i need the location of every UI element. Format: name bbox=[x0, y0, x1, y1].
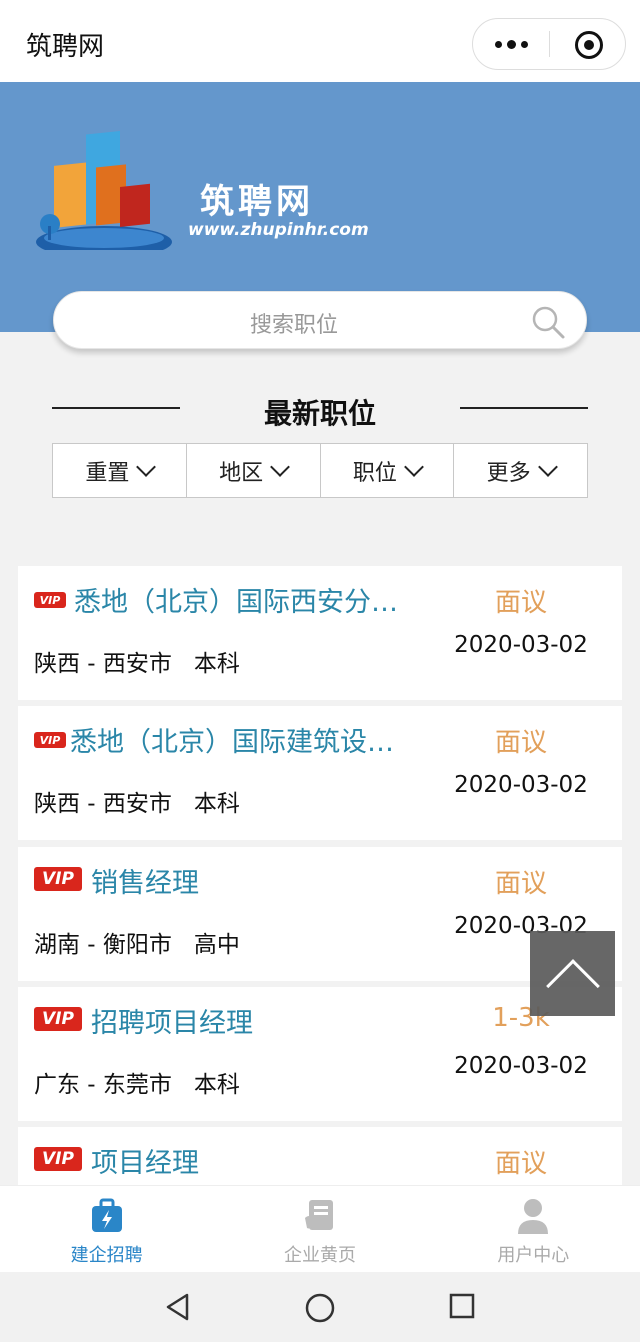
job-location-line: 湖南 - 衡阳市 高中 bbox=[34, 925, 240, 959]
job-card[interactable]: VIP 悉地（北京）国际建筑设… 陕西 - 西安市 本科 面议 2020-03-… bbox=[18, 706, 622, 840]
job-date: 2020-03-02 bbox=[454, 632, 588, 658]
vip-badge: VIP bbox=[34, 592, 66, 608]
job-card[interactable]: VIP 悉地（北京）国际西安分… 陕西 - 西安市 本科 面议 2020-03-… bbox=[18, 566, 622, 700]
user-icon bbox=[518, 1199, 549, 1234]
filter-label: 更多 bbox=[486, 460, 531, 486]
vip-badge: VIP bbox=[34, 1147, 82, 1171]
logo-url: www.zhupinhr.com bbox=[188, 220, 369, 240]
job-location-line: 陕西 - 西安市 本科 bbox=[34, 644, 240, 678]
briefcase-icon bbox=[91, 1198, 122, 1232]
tab-user-center[interactable]: 用户中心 bbox=[427, 1186, 640, 1272]
job-salary: 面议 bbox=[494, 1149, 547, 1179]
job-date: 2020-03-02 bbox=[454, 772, 588, 798]
job-title[interactable]: 悉地（北京）国际建筑设… bbox=[70, 720, 454, 759]
job-location-line: 陕西 - 西安市 本科 bbox=[34, 784, 240, 818]
back-triangle-icon[interactable] bbox=[163, 1292, 193, 1322]
job-location: 广东 - 东莞市 bbox=[34, 1072, 172, 1098]
recents-square-icon[interactable] bbox=[448, 1292, 476, 1320]
job-salary: 面议 bbox=[494, 869, 547, 899]
bottom-tab-bar: 建企招聘 企业黄页 用户中心 bbox=[0, 1185, 640, 1272]
top-nav-bar: 筑聘网 bbox=[0, 0, 640, 82]
capsule-divider bbox=[549, 31, 550, 57]
buildings-logo-icon bbox=[36, 130, 172, 250]
mini-program-capsule bbox=[472, 18, 626, 70]
tab-yellow-pages[interactable]: 企业黄页 bbox=[213, 1186, 426, 1272]
search-bar[interactable]: 搜索职位 bbox=[53, 291, 587, 349]
job-title[interactable]: 招聘项目经理 bbox=[91, 1001, 451, 1040]
vip-badge: VIP bbox=[34, 732, 66, 748]
app-title: 筑聘网 bbox=[26, 32, 105, 62]
job-location: 湖南 - 衡阳市 bbox=[34, 932, 172, 958]
home-circle-icon[interactable] bbox=[304, 1292, 336, 1324]
job-card[interactable]: VIP 项目经理 面议 bbox=[18, 1127, 622, 1185]
filter-more[interactable]: 更多 bbox=[454, 444, 587, 497]
logo-text: 筑聘网 bbox=[200, 182, 314, 222]
chevron-up-icon bbox=[546, 959, 600, 1013]
section-divider-right bbox=[460, 407, 588, 409]
tab-recruitment[interactable]: 建企招聘 bbox=[0, 1186, 213, 1272]
tab-label: 企业黄页 bbox=[283, 1245, 356, 1266]
job-title[interactable]: 项目经理 bbox=[91, 1141, 451, 1180]
filter-region[interactable]: 地区 bbox=[187, 444, 321, 497]
chevron-down-icon bbox=[537, 456, 558, 477]
chevron-down-icon bbox=[136, 456, 157, 477]
filter-label: 重置 bbox=[85, 460, 130, 486]
job-education: 本科 bbox=[193, 791, 240, 817]
filter-reset[interactable]: 重置 bbox=[53, 444, 187, 497]
search-placeholder: 搜索职位 bbox=[249, 313, 338, 338]
job-title[interactable]: 销售经理 bbox=[91, 861, 451, 900]
job-date: 2020-03-02 bbox=[454, 1053, 588, 1079]
job-salary: 面议 bbox=[494, 728, 547, 758]
job-location: 陕西 - 西安市 bbox=[34, 791, 172, 817]
job-salary: 面议 bbox=[494, 588, 547, 618]
target-icon[interactable] bbox=[575, 31, 603, 59]
job-education: 高中 bbox=[193, 932, 240, 958]
system-nav-bar bbox=[0, 1272, 640, 1342]
filter-label: 地区 bbox=[219, 460, 264, 486]
back-to-top-button[interactable] bbox=[530, 931, 615, 1016]
search-icon[interactable] bbox=[530, 304, 566, 340]
job-education: 本科 bbox=[193, 1072, 240, 1098]
chevron-down-icon bbox=[270, 456, 291, 477]
filter-label: 职位 bbox=[352, 460, 397, 486]
job-education: 本科 bbox=[193, 651, 240, 677]
section-title: 最新职位 bbox=[263, 397, 376, 430]
more-dots-icon[interactable] bbox=[473, 19, 549, 69]
job-title[interactable]: 悉地（北京）国际西安分… bbox=[74, 580, 454, 619]
yellow-pages-icon bbox=[304, 1200, 333, 1230]
vip-badge: VIP bbox=[34, 1007, 82, 1031]
filter-bar: 重置 地区 职位 更多 bbox=[52, 443, 588, 498]
job-location-line: 广东 - 东莞市 本科 bbox=[34, 1065, 240, 1099]
vip-badge: VIP bbox=[34, 867, 82, 891]
filter-position[interactable]: 职位 bbox=[321, 444, 455, 497]
tab-label: 用户中心 bbox=[497, 1245, 570, 1266]
tab-label: 建企招聘 bbox=[70, 1245, 143, 1266]
chevron-down-icon bbox=[403, 456, 424, 477]
job-location: 陕西 - 西安市 bbox=[34, 651, 172, 677]
